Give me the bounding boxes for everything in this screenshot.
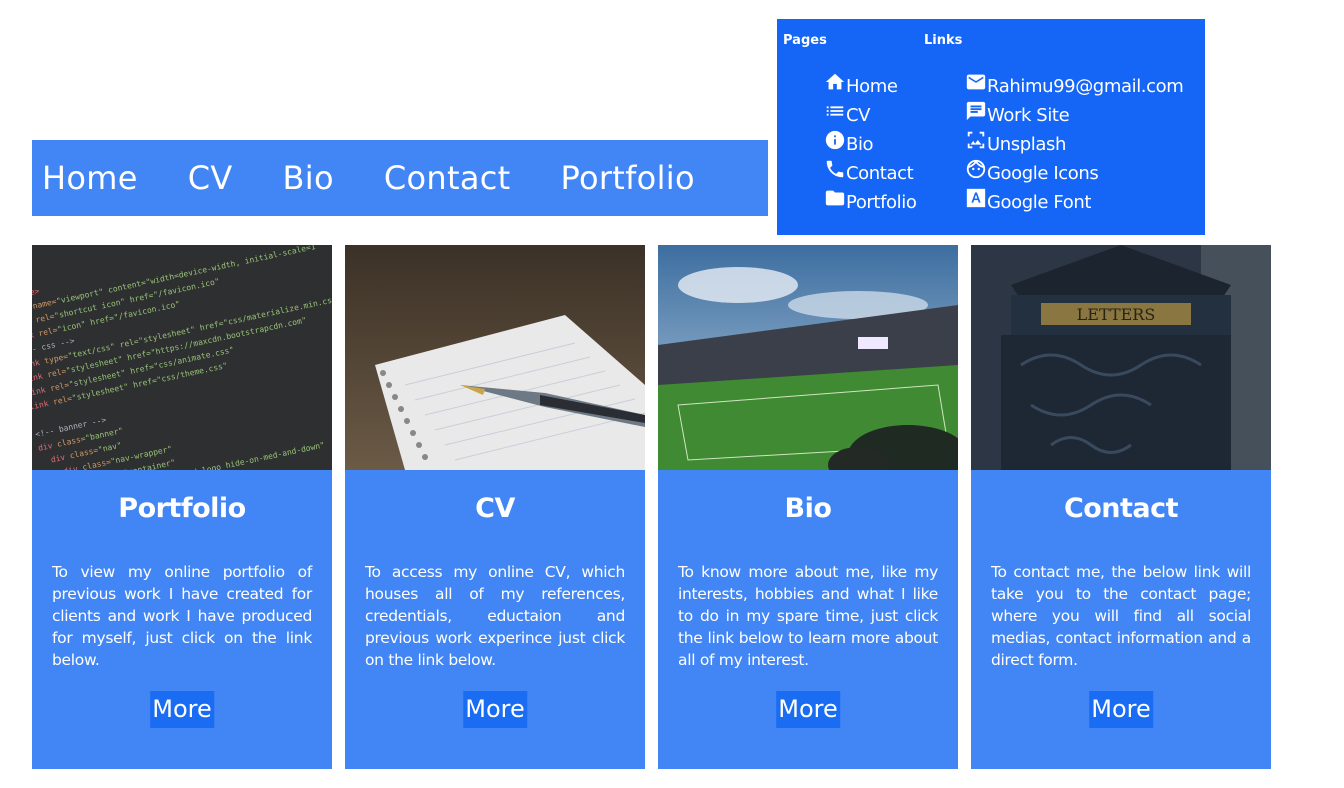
folder-icon bbox=[825, 190, 845, 206]
chat-icon bbox=[966, 101, 986, 121]
nav-link-portfolio[interactable]: Portfolio bbox=[560, 159, 694, 197]
info-icon bbox=[825, 130, 845, 150]
card-bio: Bio To know more about me, like my inter… bbox=[658, 245, 958, 769]
page-link-label: Portfolio bbox=[846, 192, 917, 213]
phone-icon bbox=[826, 160, 844, 178]
page-link-portfolio[interactable]: Portfolio bbox=[824, 187, 917, 216]
main-navbar: Home CV Bio Contact Portfolio bbox=[32, 140, 768, 216]
card-title: Bio bbox=[784, 493, 832, 524]
football-stadium-photo bbox=[658, 245, 958, 470]
page-link-label: Bio bbox=[846, 134, 874, 155]
more-button[interactable]: More bbox=[150, 691, 214, 728]
page-link-bio[interactable]: Bio bbox=[824, 129, 916, 158]
external-links-list: Rahimu99@gmail.com Work Site Unsplash Go… bbox=[965, 71, 1184, 216]
nav-link-cv[interactable]: CV bbox=[188, 159, 233, 197]
face-icon bbox=[966, 159, 986, 179]
mail-icon bbox=[966, 74, 986, 90]
page-link-home[interactable]: Home bbox=[824, 71, 916, 100]
more-button[interactable]: More bbox=[1089, 691, 1153, 728]
link-label: Rahimu99@gmail.com bbox=[987, 76, 1184, 97]
card-description: To view my online portfolio of previous … bbox=[52, 563, 312, 669]
page-link-label: Contact bbox=[846, 163, 914, 184]
letterbox-photo: LETTERS bbox=[971, 245, 1271, 470]
card-description: To access my online CV, which houses all… bbox=[365, 563, 625, 669]
nav-link-home[interactable]: Home bbox=[42, 159, 138, 197]
link-google-font[interactable]: Google Font bbox=[965, 187, 1183, 216]
nav-link-contact[interactable]: Contact bbox=[384, 159, 511, 197]
more-button[interactable]: More bbox=[463, 691, 527, 728]
list-icon bbox=[826, 106, 844, 116]
pages-heading: Pages bbox=[783, 33, 827, 48]
nav-link-bio[interactable]: Bio bbox=[283, 159, 334, 197]
font-icon bbox=[966, 188, 986, 208]
card-title: Contact bbox=[1063, 493, 1179, 524]
page-link-label: Home bbox=[846, 76, 898, 97]
links-panel: Pages Links Home CV Bio Contact Portfoli… bbox=[777, 19, 1205, 235]
link-email[interactable]: Rahimu99@gmail.com bbox=[965, 71, 1184, 100]
card-title: Portfolio bbox=[118, 493, 246, 524]
link-work-site[interactable]: Work Site bbox=[965, 100, 1183, 129]
notebook-pen-photo bbox=[345, 245, 645, 470]
link-label: Unsplash bbox=[987, 134, 1067, 155]
image-search-icon bbox=[967, 131, 985, 149]
code-editor-photo: <title> meta name="viewport" content="wi… bbox=[32, 245, 332, 470]
page-link-contact[interactable]: Contact bbox=[824, 158, 916, 187]
link-label: Google Icons bbox=[987, 163, 1099, 184]
card-description: To know more about me, like my interests… bbox=[678, 563, 938, 669]
page-link-cv[interactable]: CV bbox=[824, 100, 916, 129]
links-heading: Links bbox=[924, 33, 963, 48]
card-contact: LETTERS Contact To contact me, the below… bbox=[971, 245, 1271, 769]
svg-text:LETTERS: LETTERS bbox=[1077, 305, 1156, 324]
link-google-icons[interactable]: Google Icons bbox=[965, 158, 1183, 187]
link-label: Work Site bbox=[987, 105, 1070, 126]
more-button[interactable]: More bbox=[776, 691, 840, 728]
card-title: CV bbox=[475, 493, 515, 524]
page-link-label: CV bbox=[846, 105, 871, 126]
pages-list: Home CV Bio Contact Portfolio bbox=[824, 71, 917, 216]
card-cv: CV To access my online CV, which houses … bbox=[345, 245, 645, 769]
card-description: To contact me, the below link will take … bbox=[991, 563, 1251, 669]
card-portfolio: <title> meta name="viewport" content="wi… bbox=[32, 245, 332, 769]
link-unsplash[interactable]: Unsplash bbox=[965, 129, 1183, 158]
link-label: Google Font bbox=[987, 192, 1091, 213]
home-icon bbox=[825, 73, 845, 90]
